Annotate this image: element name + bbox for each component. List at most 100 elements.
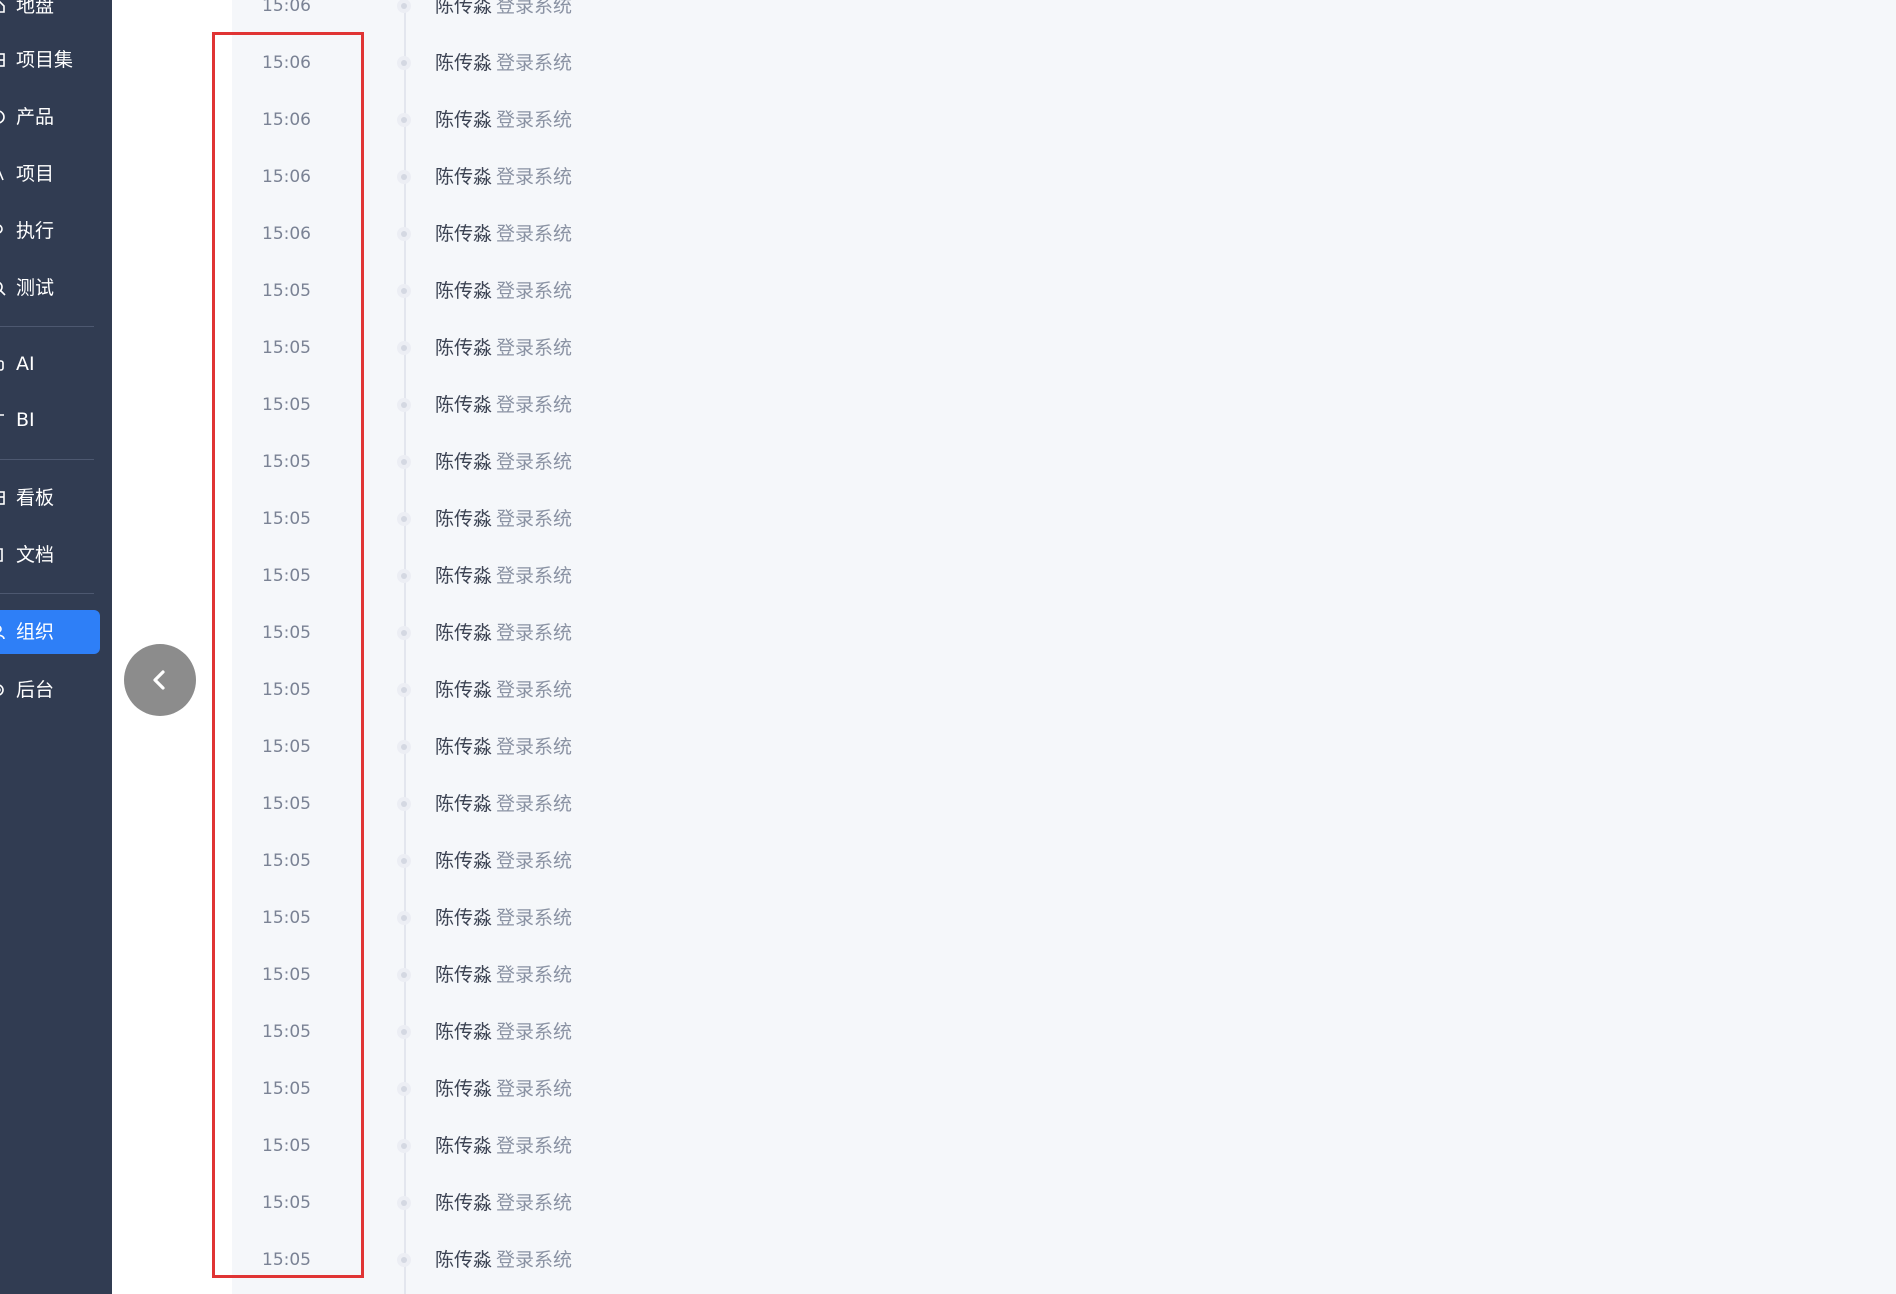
timeline-dot-icon [397, 1082, 411, 1096]
entry-text: 陈传淼 登录系统 [435, 1126, 572, 1166]
timeline-dot-icon [397, 1139, 411, 1153]
project-icon [0, 170, 4, 181]
sidebar-divider [0, 326, 94, 327]
nav-item-label: BI [16, 409, 35, 431]
timeline-entry: 15:05 陈传淼 登录系统 [232, 1012, 932, 1052]
entry-user: 陈传淼 [435, 1078, 493, 1100]
nav-item-program[interactable]: 项目集 [0, 38, 100, 82]
entry-time: 15:05 [262, 509, 311, 529]
entry-action: 登录系统 [496, 394, 573, 416]
entry-time: 15:06 [262, 110, 311, 130]
entry-time: 15:06 [262, 0, 311, 16]
entry-action: 登录系统 [496, 451, 573, 473]
entry-time: 15:05 [262, 680, 311, 700]
doc-icon [0, 548, 3, 562]
entry-time: 15:05 [262, 452, 311, 472]
entry-time: 15:05 [262, 281, 311, 301]
entry-action: 登录系统 [496, 52, 573, 74]
program-icon [0, 53, 5, 67]
nav-item-test[interactable]: 测试 [0, 266, 100, 310]
timeline-entry: 15:05 陈传淼 登录系统 [232, 1069, 932, 1109]
nav-item-label: 测试 [16, 277, 55, 299]
nav-item-label: 项目集 [16, 49, 74, 71]
entry-text: 陈传淼 登录系统 [435, 841, 572, 881]
sidebar: 地盘 项目集 产品 项目 执行 测试 AI BI 看板 文档 组织 后台 [0, 0, 112, 1294]
nav-item-label: 后台 [16, 679, 55, 701]
entry-text: 陈传淼 登录系统 [435, 556, 572, 596]
timeline-dot-icon [397, 227, 411, 241]
timeline-entry: 15:05 陈传淼 登录系统 [232, 613, 932, 653]
entry-text: 陈传淼 登录系统 [435, 43, 572, 83]
entry-action: 登录系统 [496, 736, 573, 758]
timeline-dot-icon [397, 1253, 411, 1267]
entry-text: 陈传淼 登录系统 [435, 214, 572, 254]
timeline-dot-icon [397, 398, 411, 412]
entry-user: 陈传淼 [435, 907, 493, 929]
nav-item-bi[interactable]: BI [0, 398, 100, 442]
nav-item-kanban[interactable]: 看板 [0, 476, 100, 520]
timeline-entry: 15:05 陈传淼 登录系统 [232, 385, 932, 425]
entry-time: 15:05 [262, 1079, 311, 1099]
timeline-entry: 15:05 陈传淼 登录系统 [232, 271, 932, 311]
entry-user: 陈传淼 [435, 964, 493, 986]
timeline-entry: 15:06 陈传淼 登录系统 [232, 0, 932, 26]
entry-user: 陈传淼 [435, 0, 493, 17]
timeline-dot-icon [397, 1196, 411, 1210]
nav-item-org[interactable]: 组织 [0, 610, 100, 654]
entry-text: 陈传淼 登录系统 [435, 613, 572, 653]
entry-action: 登录系统 [496, 1192, 573, 1214]
entry-user: 陈传淼 [435, 223, 493, 245]
entry-time: 15:05 [262, 566, 311, 586]
timeline-entry: 15:06 陈传淼 登录系统 [232, 100, 932, 140]
nav-item-admin[interactable]: 后台 [0, 668, 100, 712]
nav-item-label: 产品 [16, 106, 55, 128]
entry-text: 陈传淼 登录系统 [435, 385, 572, 425]
home-icon [0, 0, 5, 13]
entry-text: 陈传淼 登录系统 [435, 442, 572, 482]
entry-action: 登录系统 [496, 679, 573, 701]
execution-icon [0, 224, 3, 234]
timeline-dot-icon [397, 911, 411, 925]
entry-text: 陈传淼 登录系统 [435, 328, 572, 368]
entry-user: 陈传淼 [435, 337, 493, 359]
entry-user: 陈传淼 [435, 1249, 493, 1271]
nav-item-ai[interactable]: AI [0, 342, 100, 386]
nav-item-doc[interactable]: 文档 [0, 533, 100, 577]
entry-time: 15:05 [262, 338, 311, 358]
entry-text: 陈传淼 登录系统 [435, 0, 572, 26]
entry-text: 陈传淼 登录系统 [435, 1183, 572, 1223]
entry-user: 陈传淼 [435, 736, 493, 758]
entry-text: 陈传淼 登录系统 [435, 271, 572, 311]
timeline-dot-icon [397, 0, 411, 13]
entry-time: 15:05 [262, 851, 311, 871]
entry-text: 陈传淼 登录系统 [435, 499, 572, 539]
nav-item-product[interactable]: 产品 [0, 95, 100, 139]
entry-text: 陈传淼 登录系统 [435, 784, 572, 824]
entry-user: 陈传淼 [435, 109, 493, 131]
entry-action: 登录系统 [496, 508, 573, 530]
nav-item-project[interactable]: 项目 [0, 152, 100, 196]
timeline-dot-icon [397, 854, 411, 868]
timeline-entry: 15:05 陈传淼 登录系统 [232, 955, 932, 995]
entry-user: 陈传淼 [435, 394, 493, 416]
entry-time: 15:05 [262, 623, 311, 643]
entry-action: 登录系统 [496, 793, 573, 815]
entry-action: 登录系统 [496, 280, 573, 302]
entry-text: 陈传淼 登录系统 [435, 898, 572, 938]
nav-item-dashboard[interactable]: 地盘 [0, 0, 100, 28]
timeline-entry: 15:05 陈传淼 登录系统 [232, 556, 932, 596]
entry-action: 登录系统 [496, 337, 573, 359]
collapse-sidebar-button[interactable] [124, 644, 196, 716]
nav-item-label: 地盘 [16, 0, 55, 17]
entry-user: 陈传淼 [435, 1021, 493, 1043]
org-icon [0, 625, 5, 640]
entry-time: 15:05 [262, 908, 311, 928]
entry-user: 陈传淼 [435, 1135, 493, 1157]
entry-user: 陈传淼 [435, 508, 493, 530]
nav-item-execution[interactable]: 执行 [0, 209, 100, 253]
timeline-entry: 15:06 陈传淼 登录系统 [232, 43, 932, 83]
nav-item-label: 文档 [16, 544, 55, 566]
timeline-dot-icon [397, 740, 411, 754]
entry-user: 陈传淼 [435, 280, 493, 302]
entry-text: 陈传淼 登录系统 [435, 670, 572, 710]
